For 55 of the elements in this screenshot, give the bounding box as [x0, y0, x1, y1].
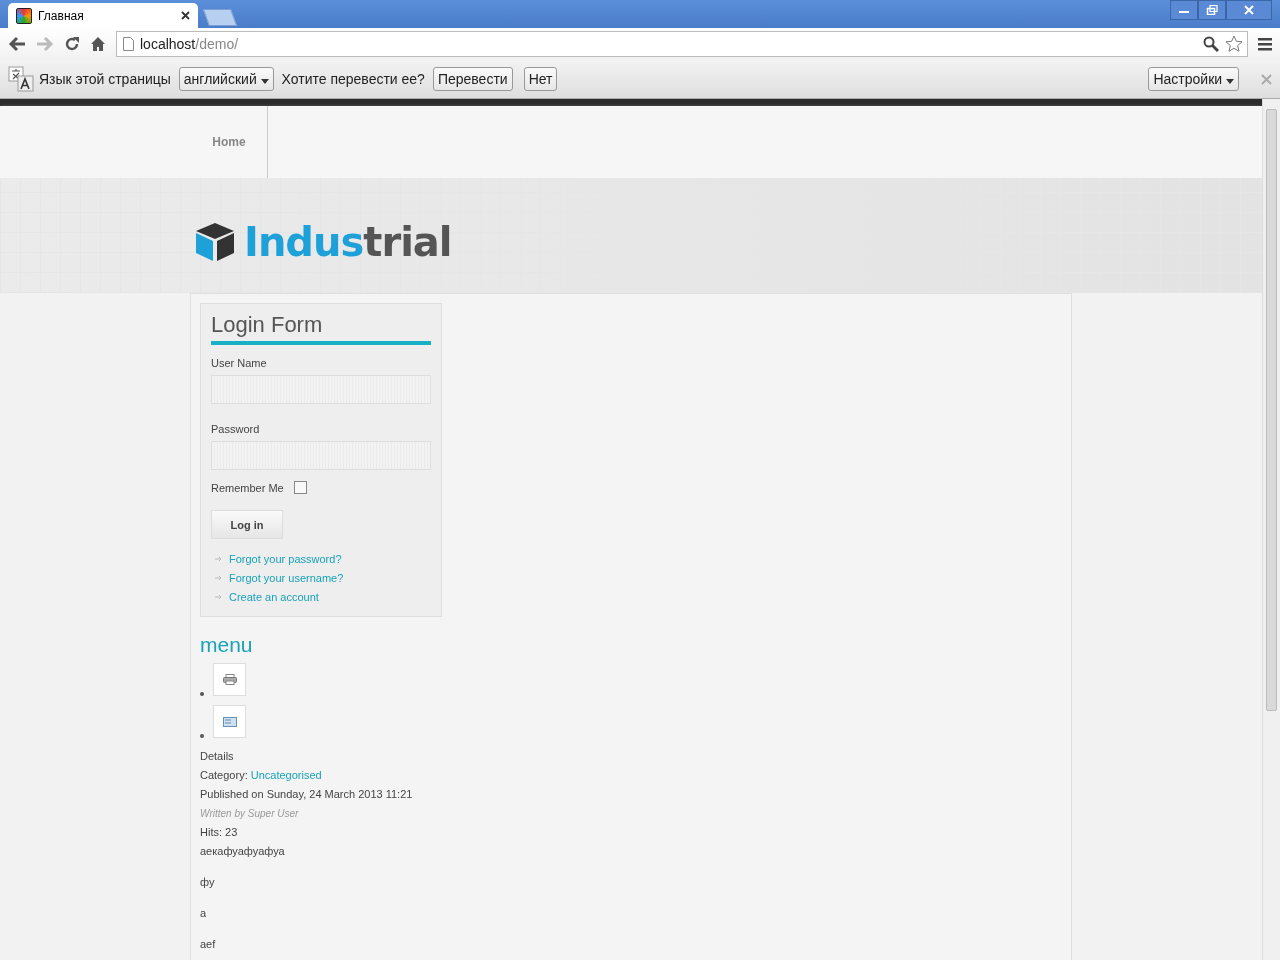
home-icon[interactable] — [90, 36, 106, 52]
zoom-icon[interactable] — [1203, 36, 1219, 52]
menu-heading: menu — [200, 633, 254, 657]
restore-icon — [1206, 5, 1218, 15]
close-window-button[interactable] — [1226, 0, 1272, 20]
caret-icon — [260, 79, 269, 84]
published-date: Published on Sunday, 24 March 2013 11:21 — [200, 787, 414, 802]
bullet-icon — [200, 692, 204, 696]
language-dropdown[interactable]: английский — [178, 67, 274, 91]
email-button[interactable] — [213, 705, 246, 738]
site-favicon-icon — [16, 7, 32, 24]
login-form-title: Login Form — [211, 312, 431, 345]
back-icon[interactable] — [8, 36, 26, 52]
envelope-icon — [222, 716, 237, 727]
hits-count: Hits: 23 — [200, 825, 239, 840]
caret-icon — [1226, 79, 1234, 84]
close-icon[interactable] — [1261, 73, 1272, 85]
category-label: Category: — [200, 769, 248, 781]
translate-button[interactable]: Перевести — [432, 67, 513, 91]
tab-title: Главная — [38, 8, 85, 23]
translate-question: Хотите перевести ее? — [281, 71, 425, 87]
page-language-label: Язык этой страницы — [39, 71, 171, 87]
reload-icon[interactable] — [64, 36, 80, 52]
password-label: Password — [211, 423, 261, 435]
arrow-icon — [215, 555, 223, 562]
site-logo[interactable]: Industrial — [194, 218, 452, 265]
translate-icon — [8, 66, 34, 92]
remember-me-checkbox[interactable] — [293, 481, 307, 494]
bullet-icon — [200, 734, 204, 738]
no-button[interactable]: Нет — [523, 67, 558, 91]
article-paragraph: фу — [200, 875, 216, 890]
new-tab-button[interactable] — [202, 9, 238, 26]
article-paragraph: aef — [200, 937, 217, 952]
browser-tab[interactable]: Главная — [8, 3, 198, 28]
close-icon — [1243, 5, 1255, 15]
remember-me-label: Remember Me — [211, 481, 284, 494]
menu-icon[interactable] — [1258, 37, 1272, 51]
username-label: User Name — [211, 357, 268, 369]
article-paragraph: а — [200, 906, 208, 921]
article-paragraph: аекафуафуафуа — [200, 844, 286, 859]
arrow-icon — [215, 574, 223, 581]
settings-dropdown[interactable]: Настройки — [1148, 67, 1239, 91]
cube-icon — [194, 220, 236, 263]
minimize-button[interactable] — [1170, 0, 1198, 20]
details-label: Details — [200, 749, 235, 764]
close-tab-icon[interactable] — [181, 11, 190, 20]
bookmark-star-icon[interactable] — [1225, 35, 1243, 53]
restore-button[interactable] — [1198, 0, 1226, 20]
page-icon — [123, 37, 134, 51]
arrow-icon — [215, 593, 223, 600]
login-button[interactable]: Log in — [211, 510, 283, 539]
print-button[interactable] — [213, 663, 246, 696]
author-text: Written by Super User — [200, 807, 300, 821]
address-bar[interactable]: localhost/demo/ — [116, 31, 1248, 57]
printer-icon — [222, 674, 237, 685]
